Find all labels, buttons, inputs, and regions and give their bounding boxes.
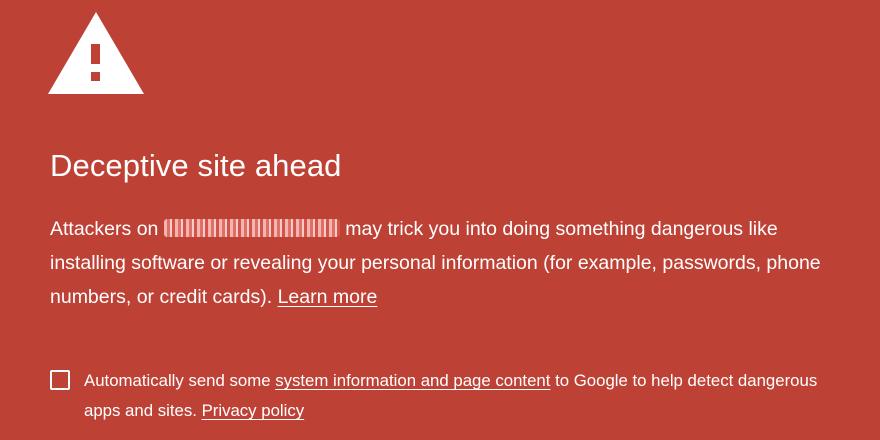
safe-browsing-interstitial: Deceptive site ahead Attackers on may tr… [0, 0, 880, 440]
message-prefix: Attackers on [50, 218, 164, 240]
learn-more-link[interactable]: Learn more [278, 286, 378, 308]
send-report-label: Automatically send some system informati… [84, 366, 844, 426]
system-information-link[interactable]: system information and page content [275, 371, 550, 390]
privacy-policy-link[interactable]: Privacy policy [202, 401, 305, 420]
send-report-checkbox[interactable] [50, 370, 70, 390]
warning-triangle-icon [48, 12, 144, 94]
redacted-site-name [163, 218, 340, 237]
opt-in-text-before: Automatically send some [84, 371, 276, 390]
page-title: Deceptive site ahead [50, 148, 342, 183]
warning-message: Attackers on may trick you into doing so… [50, 212, 850, 314]
